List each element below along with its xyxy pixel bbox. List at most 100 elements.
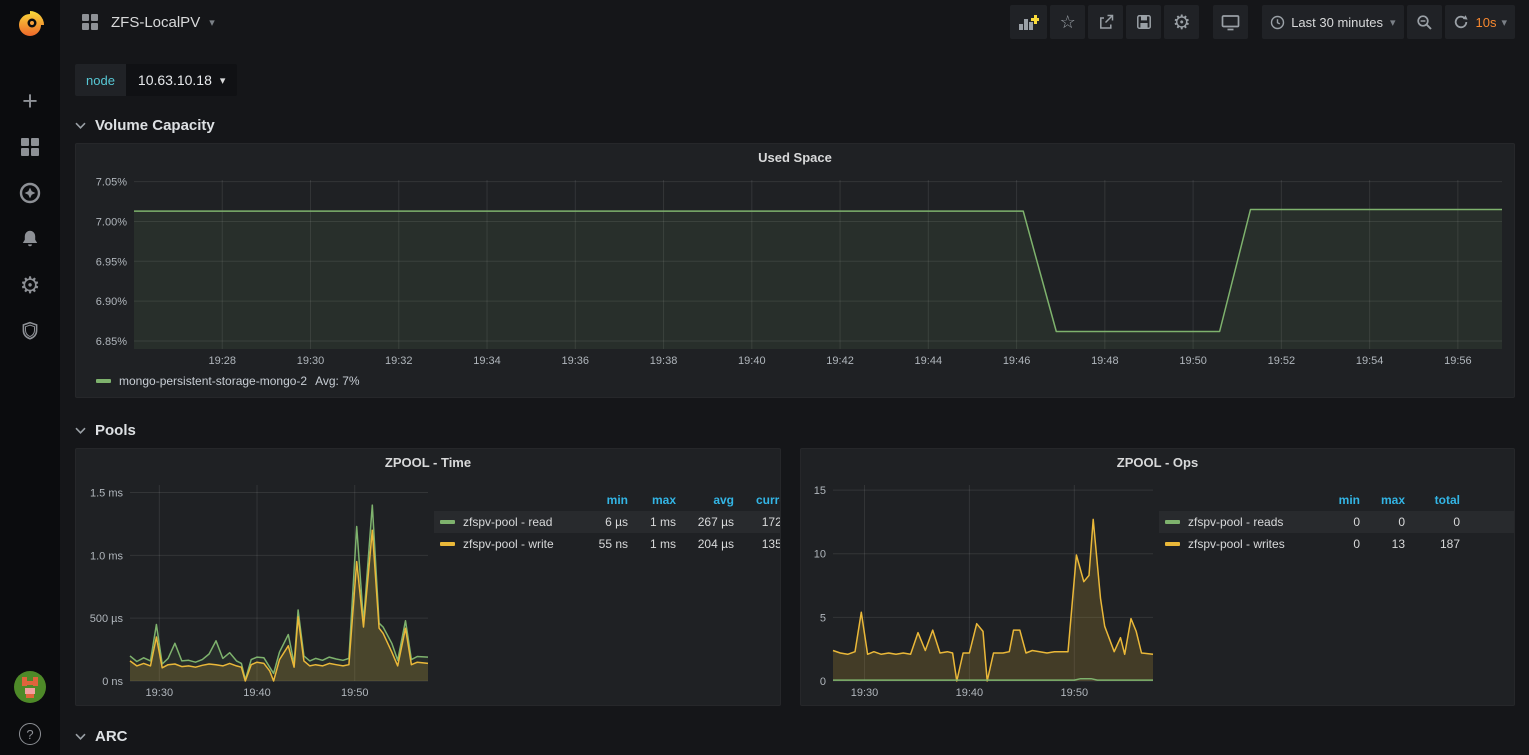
svg-text:15: 15 bbox=[814, 485, 826, 497]
chevron-down-icon bbox=[75, 427, 86, 434]
legend-row-writes: zfspv-pool - writes 0 13 187 bbox=[1159, 533, 1514, 555]
star-icon: ☆ bbox=[1060, 12, 1076, 33]
grafana-logo-icon[interactable] bbox=[10, 5, 50, 45]
refresh-button[interactable]: 10s ▾ bbox=[1445, 5, 1516, 39]
panel-title[interactable]: ZPOOL - Ops bbox=[801, 449, 1514, 475]
series-swatch bbox=[1165, 542, 1180, 546]
svg-text:19:34: 19:34 bbox=[473, 355, 501, 367]
svg-text:19:42: 19:42 bbox=[826, 355, 854, 367]
col-current: current bbox=[734, 491, 780, 511]
legend-row-read: zfspv-pool - read 6 µs 1 ms 267 µs 172 µ… bbox=[434, 511, 780, 533]
main-area: ZFS-LocalPV ▾ ☆ bbox=[60, 0, 1529, 755]
svg-text:19:50: 19:50 bbox=[341, 687, 369, 699]
node-variable-dropdown[interactable]: node 10.63.10.18 ▾ bbox=[75, 64, 237, 96]
series-swatch bbox=[1165, 520, 1180, 524]
cycle-view-button[interactable] bbox=[1213, 5, 1248, 39]
user-avatar[interactable] bbox=[13, 670, 47, 709]
section-arc[interactable]: ARC bbox=[75, 722, 1515, 750]
grafana-app: + ⚙ bbox=[0, 0, 1529, 755]
share-button[interactable] bbox=[1088, 5, 1123, 39]
svg-text:19:48: 19:48 bbox=[1091, 355, 1119, 367]
col-max: max bbox=[628, 491, 676, 511]
svg-text:6.85%: 6.85% bbox=[96, 336, 127, 348]
svg-text:19:46: 19:46 bbox=[1003, 355, 1031, 367]
page-title: ZFS-LocalPV bbox=[111, 14, 200, 31]
svg-text:1.5 ms: 1.5 ms bbox=[90, 488, 124, 500]
col-avg: avg bbox=[676, 491, 734, 511]
svg-text:19:36: 19:36 bbox=[562, 355, 590, 367]
time-range-label: Last 30 minutes bbox=[1291, 15, 1383, 30]
add-panel-button[interactable] bbox=[1010, 5, 1047, 39]
sidebar-bottom: ? bbox=[13, 670, 47, 745]
sidebar: + ⚙ bbox=[0, 0, 60, 755]
chevron-down-icon: ▾ bbox=[1390, 16, 1396, 29]
svg-text:1.0 ms: 1.0 ms bbox=[90, 550, 124, 562]
legend-row-write: zfspv-pool - write 55 ns 1 ms 204 µs 135… bbox=[434, 533, 780, 555]
dashboards-icon[interactable] bbox=[18, 135, 42, 159]
series-name: zfspv-pool - read bbox=[463, 515, 552, 529]
series-swatch bbox=[96, 379, 111, 383]
series-name: zfspv-pool - write bbox=[463, 537, 554, 551]
zoom-out-button[interactable] bbox=[1407, 5, 1442, 39]
legend-row-reads: zfspv-pool - reads 0 0 0 bbox=[1159, 511, 1514, 533]
save-icon bbox=[1136, 14, 1152, 30]
series-name[interactable]: mongo-persistent-storage-mongo-2 bbox=[119, 374, 307, 388]
svg-text:19:30: 19:30 bbox=[851, 687, 879, 699]
gear-icon: ⚙ bbox=[1173, 10, 1191, 35]
used-space-chart[interactable]: 19:2819:3019:3219:3419:3619:3819:4019:42… bbox=[84, 170, 1508, 369]
section-pools[interactable]: Pools bbox=[75, 416, 1515, 444]
svg-text:500 µs: 500 µs bbox=[90, 613, 124, 625]
col-max: max bbox=[1360, 491, 1405, 511]
navbar-actions: ☆ ⚙ bbox=[1007, 5, 1515, 39]
svg-text:0: 0 bbox=[820, 676, 826, 688]
dashboard-title-menu[interactable]: ZFS-LocalPV ▾ bbox=[78, 10, 215, 34]
series-stat: Avg: 7% bbox=[315, 374, 359, 388]
svg-text:19:40: 19:40 bbox=[738, 355, 766, 367]
alerting-icon[interactable] bbox=[18, 227, 42, 251]
monitor-icon bbox=[1221, 14, 1240, 31]
col-total: total bbox=[1405, 491, 1460, 511]
svg-text:19:32: 19:32 bbox=[385, 355, 413, 367]
sidebar-menu: + ⚙ bbox=[18, 89, 42, 343]
series-name: zfspv-pool - writes bbox=[1188, 537, 1285, 551]
submenu: node 10.63.10.18 ▾ bbox=[75, 64, 1515, 96]
section-volume-capacity[interactable]: Volume Capacity bbox=[75, 111, 1515, 139]
panel-title[interactable]: ZPOOL - Time bbox=[76, 449, 780, 475]
svg-text:19:50: 19:50 bbox=[1061, 687, 1089, 699]
svg-text:19:50: 19:50 bbox=[1179, 355, 1207, 367]
chevron-down-icon bbox=[75, 122, 86, 129]
variable-label: node bbox=[75, 64, 126, 96]
legend-header-row: min max total bbox=[1159, 491, 1514, 511]
save-button[interactable] bbox=[1126, 5, 1161, 39]
help-icon[interactable]: ? bbox=[19, 723, 41, 745]
explore-icon[interactable] bbox=[18, 181, 42, 205]
chevron-down-icon: ▾ bbox=[1501, 16, 1507, 29]
dashboard-content: node 10.63.10.18 ▾ Volume Capacity Used … bbox=[60, 44, 1529, 750]
configuration-icon[interactable]: ⚙ bbox=[18, 273, 42, 297]
zpool-ops-chart[interactable]: 19:3019:4019:50051015 bbox=[807, 475, 1159, 701]
section-title: Pools bbox=[95, 422, 136, 439]
dashboard-grid-icon bbox=[78, 10, 102, 34]
svg-text:0 ns: 0 ns bbox=[102, 676, 123, 688]
favorite-button[interactable]: ☆ bbox=[1050, 5, 1085, 39]
svg-text:19:44: 19:44 bbox=[915, 355, 943, 367]
time-picker-button[interactable]: Last 30 minutes ▾ bbox=[1262, 5, 1403, 39]
chevron-down-icon: ▾ bbox=[220, 74, 226, 87]
section-title: ARC bbox=[95, 728, 128, 745]
series-swatch bbox=[440, 542, 455, 546]
svg-text:10: 10 bbox=[814, 549, 826, 561]
server-admin-icon[interactable] bbox=[18, 319, 42, 343]
top-navbar: ZFS-LocalPV ▾ ☆ bbox=[60, 0, 1529, 44]
zpool-time-chart[interactable]: 19:3019:4019:500 ns500 µs1.0 ms1.5 ms bbox=[82, 475, 434, 701]
svg-text:5: 5 bbox=[820, 612, 826, 624]
zpool-time-panel: ZPOOL - Time 19:3019:4019:500 ns500 µs1.… bbox=[75, 448, 781, 706]
svg-text:6.95%: 6.95% bbox=[96, 256, 127, 268]
zpool-time-body: 19:3019:4019:500 ns500 µs1.0 ms1.5 ms mi… bbox=[76, 475, 780, 705]
zoom-out-icon bbox=[1416, 14, 1433, 31]
zpool-ops-body: 19:3019:4019:50051015 min max total bbox=[801, 475, 1514, 705]
panel-title[interactable]: Used Space bbox=[84, 144, 1506, 170]
settings-button[interactable]: ⚙ bbox=[1164, 5, 1199, 39]
create-icon[interactable]: + bbox=[18, 89, 42, 113]
zpool-ops-legend: min max total zfspv-pool - reads 0 bbox=[1159, 475, 1514, 705]
svg-text:19:38: 19:38 bbox=[650, 355, 678, 367]
